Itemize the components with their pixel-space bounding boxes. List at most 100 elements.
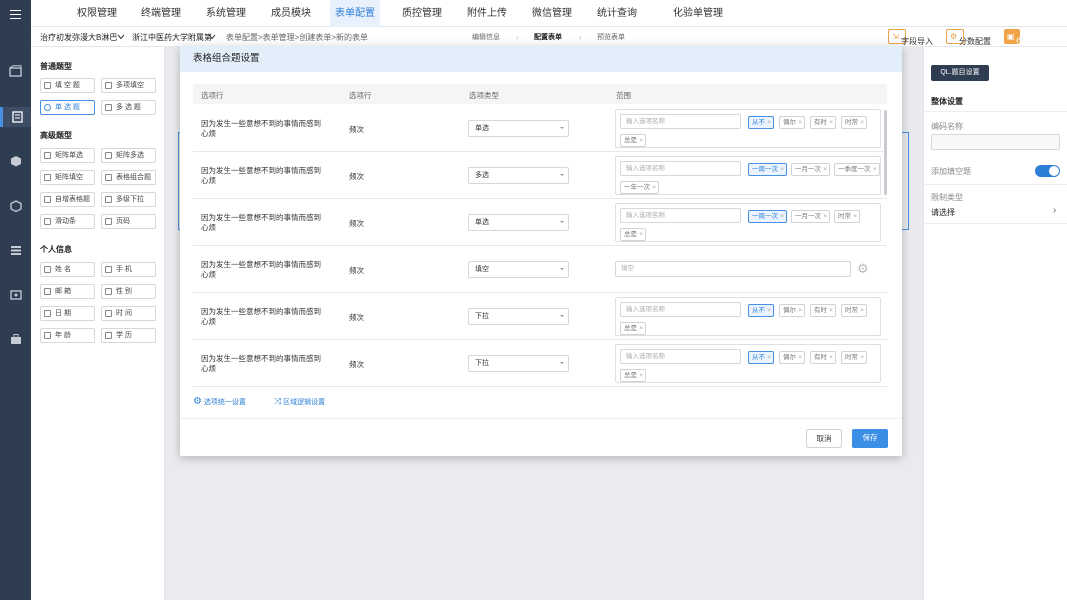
chip-phone[interactable]: 手 机 — [101, 262, 156, 277]
chip-date[interactable]: 日 期 — [40, 306, 95, 321]
save-button[interactable]: 保存 — [852, 429, 888, 448]
id-card-icon[interactable] — [8, 288, 23, 302]
matrix-icon — [105, 152, 112, 159]
option-name-input[interactable]: 输入选项名称 — [620, 302, 741, 317]
option-type-select[interactable]: 单选 — [468, 120, 569, 137]
chip-matrix-fill[interactable]: 矩阵填空 — [40, 170, 95, 185]
unify-options-link[interactable]: ⚙ 选项统一设置 — [193, 396, 246, 407]
range-tag[interactable]: 从不 — [748, 116, 774, 129]
chevron-down-icon[interactable] — [117, 33, 125, 42]
option-name-input[interactable]: 输入选项名称 — [620, 208, 741, 223]
chip-gender[interactable]: 性 别 — [101, 284, 156, 299]
field-import-button[interactable]: ⇲ 字段导入 — [888, 29, 933, 46]
phone-icon — [105, 266, 112, 273]
range-tag[interactable]: 一周一次 — [748, 163, 787, 176]
package-icon[interactable] — [8, 199, 23, 213]
chip-multi-choice[interactable]: 多 选 题 — [101, 100, 156, 115]
chip-cascade-dropdown[interactable]: 多级下拉 — [101, 192, 156, 207]
range-tag[interactable]: 总是 — [620, 322, 646, 335]
layers-icon[interactable] — [8, 243, 23, 257]
modal-footer: 取消 保存 — [180, 418, 902, 448]
range-tag[interactable]: 时常 — [834, 210, 860, 223]
fill-input[interactable]: 填空 — [615, 261, 851, 277]
range-tag[interactable]: 时常 — [841, 351, 867, 364]
chip-fill-blank[interactable]: 填 空 题 — [40, 78, 95, 93]
range-tag[interactable]: 一年一次 — [620, 181, 659, 194]
project-select[interactable]: 治疗初发弥漫大B淋巴 — [40, 32, 117, 43]
region-logic-link[interactable]: ⤨ 区域逻辑设置 — [274, 396, 325, 407]
range-tag[interactable]: 总是 — [620, 369, 646, 382]
nav-item-lab[interactable]: 化验单管理 — [655, 0, 741, 27]
option-type-select[interactable]: 单选 — [468, 214, 569, 231]
form-icon[interactable] — [0, 107, 31, 127]
chip-multi-fill[interactable]: 多项填空 — [101, 78, 156, 93]
range-tag[interactable]: 总是 — [620, 228, 646, 241]
option-name-input[interactable]: 输入选项名称 — [620, 349, 741, 364]
chevron-down-icon[interactable] — [208, 33, 216, 42]
chip-single-choice[interactable]: 单 选 题 — [40, 100, 95, 115]
briefcase-icon[interactable] — [8, 332, 23, 346]
option-type-select[interactable]: 下拉 — [468, 308, 569, 325]
range-tag[interactable]: 从不 — [748, 351, 774, 364]
nav-item-quality[interactable]: 质控管理 — [392, 0, 452, 27]
settings-panel: QL.题目设置 整体设置 编码名称 添加填空题 限制类型 请选择 › — [923, 47, 1067, 600]
box-icon[interactable] — [8, 64, 23, 78]
gear-icon[interactable]: ⚙ — [857, 261, 869, 277]
chip-table-combo[interactable]: 表格组合题 — [101, 170, 156, 185]
option-type-select[interactable]: 填空 — [468, 261, 569, 278]
cube-icon[interactable] — [8, 154, 23, 168]
range-tag[interactable]: 时常 — [841, 304, 867, 317]
range-tag[interactable]: 有时 — [810, 304, 836, 317]
step-preview-form[interactable]: 预览表单 — [597, 32, 625, 42]
range-tag[interactable]: 有时 — [810, 351, 836, 364]
nav-item-attachments[interactable]: 附件上传 — [457, 0, 517, 27]
limit-type-select[interactable]: 请选择 — [931, 207, 955, 218]
hospital-select[interactable]: 浙江中医药大学附属第 — [132, 32, 212, 43]
chip-age[interactable]: 年 龄 — [40, 328, 95, 343]
chip-matrix-single[interactable]: 矩阵单选 — [40, 148, 95, 163]
score-config-button[interactable]: ⚙ 分数配置 — [946, 29, 991, 46]
option-name-input[interactable]: 输入选项名称 — [620, 161, 741, 176]
range-tag[interactable]: 总是 — [620, 134, 646, 147]
nav-item-wechat[interactable]: 微信管理 — [522, 0, 582, 27]
range-tag[interactable]: 有时 — [810, 116, 836, 129]
chevron-right-icon[interactable]: › — [1053, 205, 1056, 216]
range-tag[interactable]: 一季度一次 — [834, 163, 880, 176]
nav-item-permission[interactable]: 权限管理 — [67, 0, 127, 27]
option-type-select[interactable]: 下拉 — [468, 355, 569, 372]
chip-name[interactable]: 姓 名 — [40, 262, 95, 277]
range-tag[interactable]: 偶尔 — [779, 304, 805, 317]
range-tag[interactable]: 从不 — [748, 304, 774, 317]
nav-item-terminal[interactable]: 终端管理 — [131, 0, 191, 27]
range-tag[interactable]: 一月一次 — [791, 210, 830, 223]
option-name-input[interactable]: 输入选项名称 — [620, 114, 741, 129]
nav-item-stats[interactable]: 统计查询 — [587, 0, 647, 27]
save-icon: ▣ — [1007, 32, 1015, 41]
option-type-select[interactable]: 多选 — [468, 167, 569, 184]
range-tag[interactable]: 偶尔 — [779, 351, 805, 364]
chip-email[interactable]: 邮 箱 — [40, 284, 95, 299]
hamburger-icon[interactable] — [10, 10, 21, 19]
range-tag[interactable]: 偶尔 — [779, 116, 805, 129]
save-preview-button[interactable]: ▣ 保存及预览 — [1004, 29, 1056, 46]
range-tag[interactable]: 时常 — [841, 116, 867, 129]
step-config-form[interactable]: 配置表单 — [534, 32, 562, 42]
nav-item-system[interactable]: 系统管理 — [196, 0, 256, 27]
nav-item-members[interactable]: 成员模块 — [261, 0, 321, 27]
chip-auto-table[interactable]: 自增表格题 — [40, 192, 95, 207]
cancel-button[interactable]: 取消 — [806, 429, 842, 448]
code-name-label: 编码名称 — [931, 122, 963, 131]
chip-slider[interactable]: 滑动条 — [40, 214, 95, 229]
range-tag[interactable]: 一周一次 — [748, 210, 787, 223]
nav-item-form-config[interactable]: 表单配置 — [330, 0, 380, 27]
range-tag[interactable]: 一月一次 — [791, 163, 830, 176]
code-name-input[interactable] — [931, 134, 1060, 150]
add-fill-toggle[interactable] — [1035, 165, 1060, 177]
chip-matrix-multi[interactable]: 矩阵多选 — [101, 148, 156, 163]
chip-time[interactable]: 时 间 — [101, 306, 156, 321]
chip-page-number[interactable]: 页码 — [101, 214, 156, 229]
scrollbar[interactable] — [884, 110, 887, 195]
chip-education[interactable]: 学 历 — [101, 328, 156, 343]
question-settings-button[interactable]: QL.题目设置 — [931, 65, 989, 81]
step-edit-info[interactable]: 编辑信息 — [472, 32, 500, 42]
